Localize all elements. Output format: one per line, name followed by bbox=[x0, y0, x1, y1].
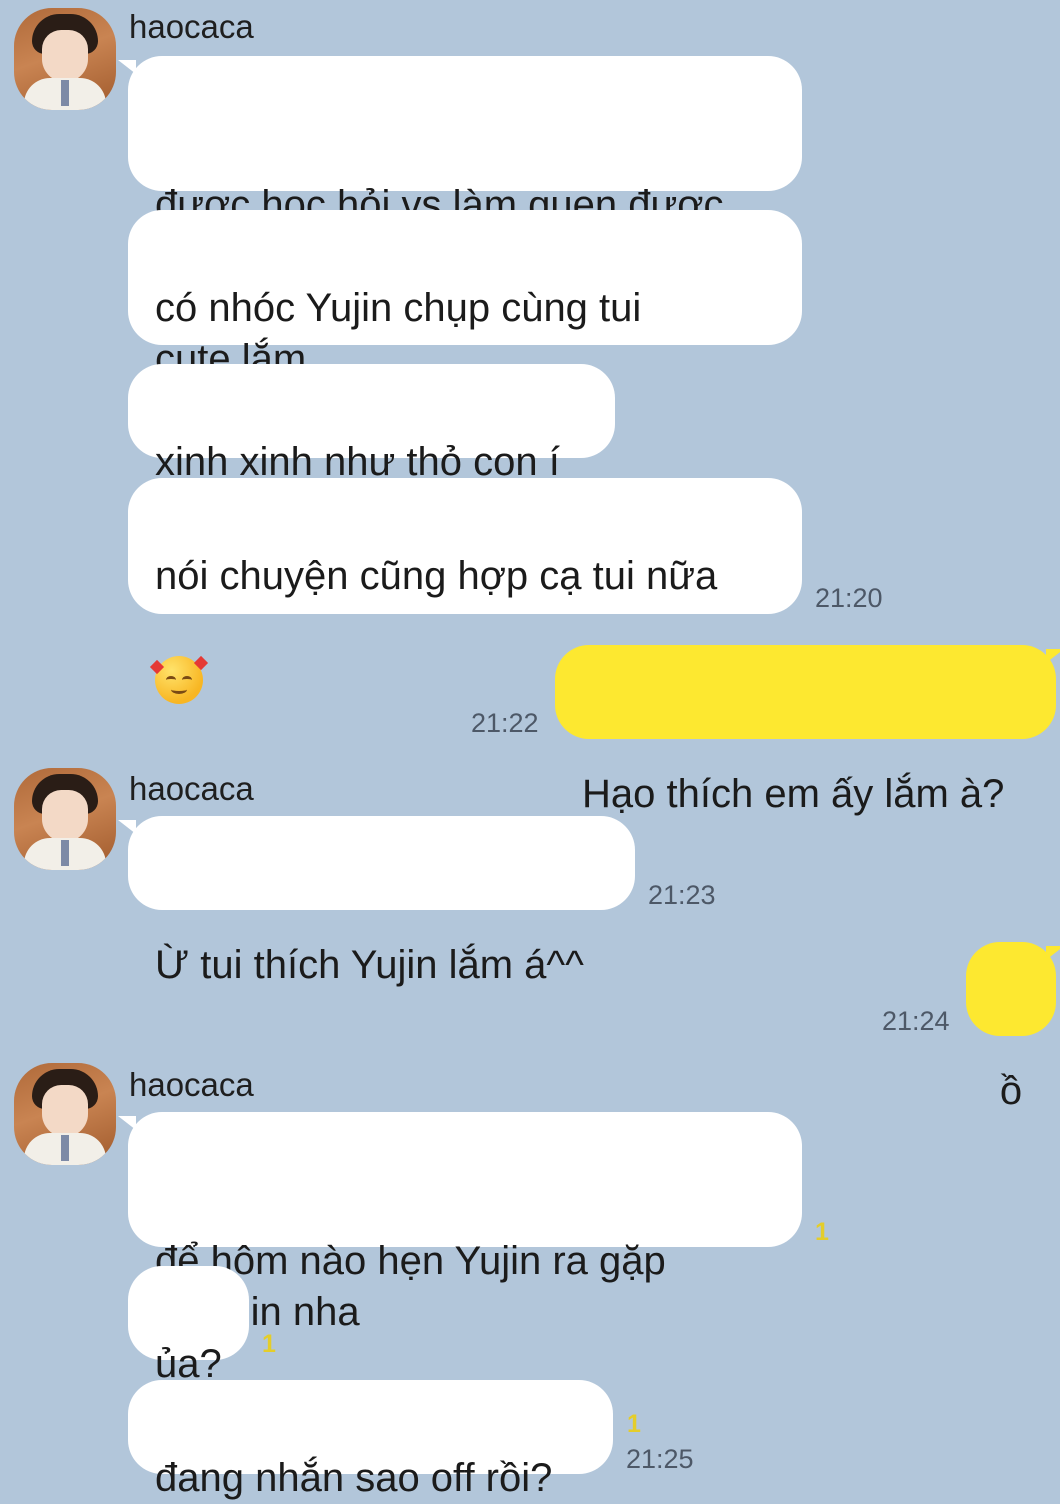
avatar-face bbox=[42, 1085, 88, 1137]
message-bubble[interactable]: xinh xinh như thỏ con í bbox=[128, 364, 615, 484]
message-bubble[interactable]: được học hỏi vs làm quen được nhiều ngườ… bbox=[118, 56, 802, 278]
heart-icon bbox=[149, 660, 165, 675]
message-bubble[interactable]: có nhóc Yujin chụp cùng tui cute lắm bbox=[128, 210, 802, 381]
contact-avatar[interactable] bbox=[14, 8, 116, 110]
unread-count: 1 bbox=[815, 1218, 829, 1246]
contact-avatar[interactable] bbox=[14, 768, 116, 870]
message-bubble[interactable]: để hôm nào hẹn Yujin ra gặp Hanbin nha bbox=[118, 1112, 802, 1334]
message-timestamp: 21:23 bbox=[648, 880, 716, 910]
avatar-face bbox=[42, 30, 88, 82]
smiling-face-with-hearts-emoji bbox=[149, 656, 209, 705]
bubble-tail bbox=[1046, 946, 1060, 960]
heart-icon bbox=[193, 656, 209, 671]
avatar-tie bbox=[61, 1135, 69, 1161]
bubble-tail bbox=[1046, 649, 1060, 663]
bubble-tail bbox=[118, 60, 136, 74]
message-timestamp: 21:24 bbox=[882, 1006, 950, 1036]
avatar-tie bbox=[61, 80, 69, 106]
message-text: nói chuyện cũng hợp cạ tui nữa bbox=[155, 554, 718, 598]
message-bubble[interactable]: Ừ tui thích Yujin lắm á^^ bbox=[118, 816, 635, 987]
bubble-tail bbox=[118, 820, 136, 834]
contact-avatar[interactable] bbox=[14, 1063, 116, 1165]
message-text: Ừ tui thích Yujin lắm á^^ bbox=[155, 943, 584, 987]
avatar-tie bbox=[61, 840, 69, 866]
message-timestamp: 21:25 bbox=[626, 1444, 694, 1474]
message-bubble[interactable]: ủa? bbox=[128, 1266, 249, 1386]
message-text: ồ bbox=[999, 1069, 1023, 1113]
avatar-face bbox=[42, 790, 88, 842]
sender-name: haocaca bbox=[129, 8, 254, 45]
bubble-tail bbox=[118, 1116, 136, 1130]
message-bubble[interactable]: nói chuyện cũng hợp cạ tui nữa bbox=[128, 478, 802, 705]
message-timestamp: 21:20 bbox=[815, 583, 883, 613]
message-bubble[interactable]: đang nhắn sao off rồi? bbox=[128, 1380, 613, 1500]
message-text: Hạo thích em ấy lắm à? bbox=[582, 772, 1005, 816]
sender-name: haocaca bbox=[129, 1066, 254, 1103]
sender-name: haocaca bbox=[129, 770, 254, 807]
my-message-bubble[interactable]: Hạo thích em ấy lắm à? bbox=[555, 645, 1060, 816]
unread-count: 1 bbox=[262, 1330, 276, 1358]
emoji-mouth bbox=[171, 685, 187, 695]
unread-count: 1 bbox=[627, 1410, 641, 1438]
my-message-bubble[interactable]: ồ bbox=[966, 942, 1060, 1113]
message-timestamp: 21:22 bbox=[471, 708, 539, 738]
message-text: đang nhắn sao off rồi? bbox=[155, 1456, 553, 1500]
